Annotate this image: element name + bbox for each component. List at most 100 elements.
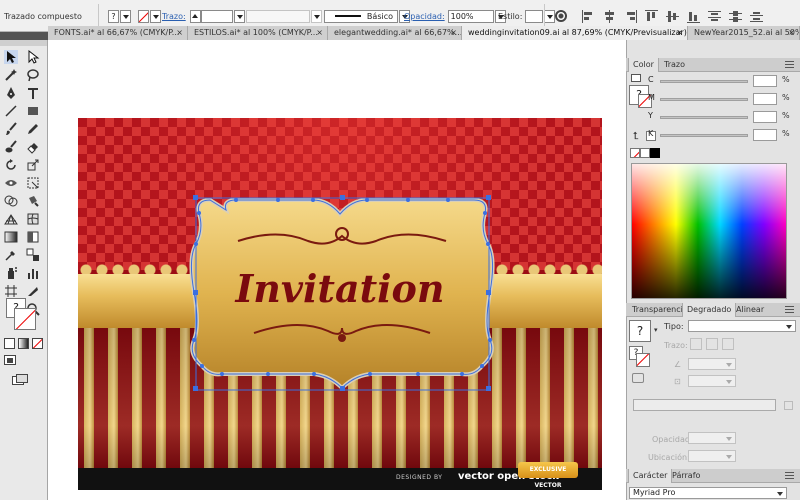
align-vcenter-icon[interactable] — [666, 10, 679, 23]
align-right-icon[interactable] — [624, 9, 637, 23]
line-tool-icon[interactable] — [4, 104, 18, 118]
tab-close-icon[interactable]: × — [316, 26, 323, 40]
stroke-along-icon[interactable] — [706, 338, 718, 350]
gradient-type-select[interactable] — [688, 320, 796, 332]
tab-parrafo[interactable]: Párrafo — [668, 469, 704, 483]
none-mode-icon[interactable] — [32, 338, 43, 349]
stroke-across-icon[interactable] — [722, 338, 734, 350]
draw-mode-icon[interactable] — [4, 355, 18, 367]
tab-weddinginvitation[interactable]: weddinginvitation09.ai al 87,69% (CMYK/P… — [462, 26, 688, 40]
tab-caracter[interactable]: Carácter — [628, 469, 673, 483]
fill-question-swatch[interactable]: ? — [108, 9, 119, 23]
out-of-gamut-icon[interactable]: ⮤ — [633, 131, 639, 142]
none-swatch[interactable] — [630, 148, 640, 158]
distribute-top-icon[interactable] — [708, 10, 721, 23]
align-top-icon[interactable] — [645, 9, 658, 23]
eraser-tool-icon[interactable] — [26, 140, 40, 154]
gradient-aspect-field[interactable] — [688, 375, 736, 387]
tab-degradado[interactable]: Degradado — [682, 303, 737, 317]
cyan-slider[interactable] — [660, 80, 748, 83]
eyedropper-tool-icon[interactable] — [4, 248, 18, 262]
tab-fonts[interactable]: FONTS.ai* al 66,67% (CMYK/P... × — [48, 26, 188, 40]
pencil-tool-icon[interactable] — [26, 122, 40, 136]
panel-menu-icon[interactable] — [785, 61, 794, 69]
mesh-tool-icon[interactable] — [26, 212, 40, 226]
tab-trazo[interactable]: Trazo — [660, 58, 689, 72]
delete-stop-icon[interactable] — [784, 401, 793, 410]
blend-tool-icon[interactable] — [26, 248, 40, 262]
stroke-none-swatch[interactable] — [138, 9, 149, 23]
stroke-swatch[interactable] — [14, 308, 36, 330]
magenta-slider[interactable] — [660, 98, 748, 101]
type-tool-icon[interactable] — [26, 86, 40, 100]
tab-estilos[interactable]: ESTILOS.ai* al 100% (CMYK/P... × — [188, 26, 328, 40]
distribute-bottom-icon[interactable] — [750, 10, 763, 23]
opacity-field[interactable]: 100% — [447, 9, 494, 23]
stroke-weight-field[interactable] — [200, 9, 233, 23]
stroke-within-icon[interactable] — [690, 338, 702, 350]
stroke-label[interactable]: Trazo: — [162, 12, 186, 21]
variable-width-field[interactable] — [246, 9, 310, 23]
gradient-slider-bar[interactable] — [633, 399, 776, 411]
yellow-slider[interactable] — [660, 116, 748, 119]
align-left-icon[interactable] — [582, 9, 595, 23]
selection-overlay[interactable] — [78, 118, 602, 490]
panel-menu-icon[interactable] — [785, 472, 794, 480]
tab-close-icon[interactable]: × — [176, 26, 183, 40]
magenta-field[interactable] — [753, 93, 777, 105]
perspective-grid-tool-icon[interactable] — [4, 212, 18, 226]
symbol-sprayer-tool-icon[interactable] — [4, 266, 18, 280]
stroke-weight-dropdown[interactable] — [233, 9, 245, 23]
tab-alinear[interactable]: Alinear — [732, 303, 768, 317]
tab-close-icon[interactable]: × — [788, 26, 795, 40]
tab-elegantwedding[interactable]: elegantwedding.ai* al 66,67%... × — [328, 26, 462, 40]
style-dropdown[interactable] — [544, 9, 556, 23]
tab-newyear[interactable]: NewYear2015_52.ai al 50% (C...× — [688, 26, 800, 40]
lasso-tool-icon[interactable] — [26, 68, 40, 82]
pen-tool-icon[interactable] — [4, 86, 18, 100]
reverse-gradient-icon[interactable] — [632, 373, 644, 383]
tab-color[interactable]: Color — [628, 58, 659, 72]
swap-icon[interactable] — [631, 74, 641, 82]
live-paint-tool-icon[interactable] — [26, 194, 40, 208]
gradient-fill-swatch[interactable]: ? — [629, 320, 651, 342]
stroke-weight-stepper[interactable] — [189, 9, 201, 23]
selection-tool-icon[interactable] — [4, 50, 18, 64]
black-field[interactable] — [753, 129, 777, 141]
black-swatch[interactable] — [650, 148, 660, 158]
gradient-angle-field[interactable] — [688, 358, 736, 370]
panel-menu-icon[interactable] — [785, 306, 794, 314]
tab-close-icon[interactable]: × — [676, 26, 683, 40]
gradient-location-field[interactable] — [688, 450, 736, 462]
fill-dropdown-arrow[interactable] — [120, 9, 131, 23]
tab-close-icon[interactable]: × — [450, 26, 457, 40]
black-slider[interactable] — [660, 134, 748, 137]
color-spectrum[interactable] — [631, 163, 787, 299]
image-tool-icon[interactable] — [26, 230, 40, 244]
magic-wand-tool-icon[interactable] — [4, 68, 18, 82]
color-mode-icon[interactable] — [4, 338, 15, 349]
gradient-tool-icon[interactable] — [4, 230, 18, 244]
rotate-tool-icon[interactable] — [4, 158, 18, 172]
gradient-opacity-field[interactable] — [688, 432, 736, 444]
column-graph-tool-icon[interactable] — [26, 266, 40, 280]
yellow-field[interactable] — [753, 111, 777, 123]
rectangle-tool-icon[interactable] — [26, 104, 40, 118]
direct-selection-tool-icon[interactable] — [26, 49, 40, 64]
variable-width-dropdown[interactable] — [311, 9, 322, 23]
brush-field[interactable]: Básico — [324, 9, 398, 23]
style-swatch[interactable] — [525, 9, 544, 23]
tools-panel-grip[interactable] — [0, 40, 47, 46]
free-transform-tool-icon[interactable] — [26, 176, 40, 190]
artboard-tool-icon[interactable] — [4, 284, 18, 298]
cyan-field[interactable] — [753, 75, 777, 87]
screen-mode-icon[interactable] — [12, 374, 30, 386]
stroke-dropdown-arrow[interactable] — [150, 9, 161, 23]
paintbrush-tool-icon[interactable] — [4, 122, 18, 136]
shape-builder-tool-icon[interactable] — [4, 194, 18, 208]
blob-brush-tool-icon[interactable] — [4, 140, 18, 154]
scale-tool-icon[interactable] — [26, 158, 40, 172]
opacity-label[interactable]: Opacidad: — [404, 12, 445, 21]
gradient-swatch-dropdown-icon[interactable]: ▾ — [654, 326, 658, 334]
gradient-stroke-small[interactable] — [636, 353, 650, 367]
